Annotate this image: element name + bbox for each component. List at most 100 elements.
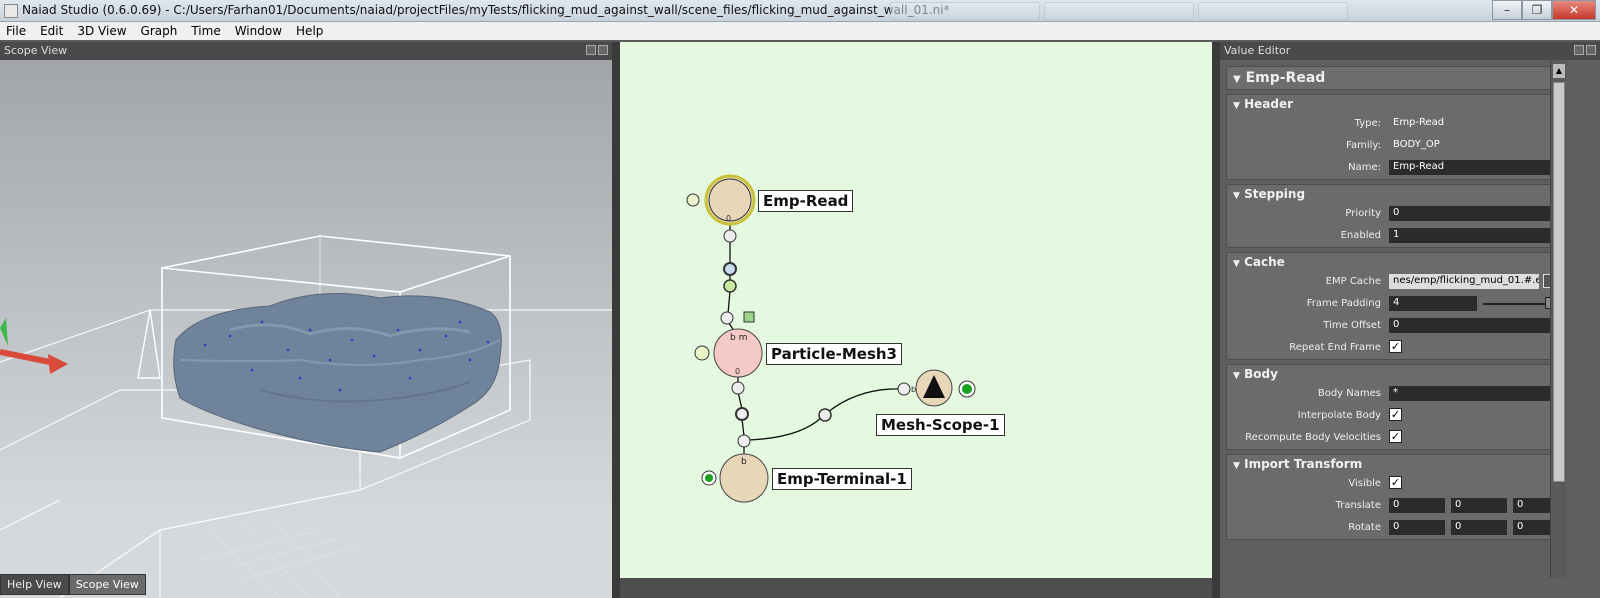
node-label-particle-mesh[interactable]: Particle-Mesh3 <box>766 343 902 365</box>
close-panel-icon[interactable] <box>598 45 608 55</box>
collapse-icon[interactable]: ▼ <box>1233 259 1240 269</box>
visible-label: Visible <box>1348 478 1381 489</box>
title-bar: Naiad Studio (0.6.0.69) - C:/Users/Farha… <box>0 0 1600 22</box>
close-button[interactable]: ✕ <box>1552 0 1596 20</box>
node-name: Emp-Read <box>1245 70 1326 86</box>
section-title[interactable]: ▼ Import Transform <box>1227 455 1565 473</box>
priority-row: Priority 0 <box>1227 203 1566 225</box>
close-panel-icon[interactable] <box>1586 45 1596 55</box>
emp-cache-field[interactable]: nes/emp/flicking_mud_01.#.emp <box>1389 274 1539 289</box>
section-title[interactable]: ▼ Body <box>1227 365 1565 383</box>
rotate-y-field[interactable]: 0 <box>1451 520 1507 535</box>
body-names-row: Body Names * <box>1227 383 1566 405</box>
section-import-transform: ▼ Import Transform Visible ✓ Translate 0… <box>1226 454 1566 540</box>
float-panel-icon[interactable] <box>586 45 596 55</box>
section-title[interactable]: ▼ Cache <box>1227 253 1565 271</box>
rotate-row: Rotate 0 0 0 <box>1227 517 1566 539</box>
translate-x-field[interactable]: 0 <box>1389 498 1445 513</box>
translate-label: Translate <box>1335 500 1381 511</box>
frame-padding-row: Frame Padding 4 <box>1227 293 1566 315</box>
section-cache: ▼ Cache EMP Cache nes/emp/flicking_mud_0… <box>1226 252 1566 360</box>
menu-edit[interactable]: Edit <box>40 24 63 38</box>
repeat-end-frame-label: Repeat End Frame <box>1289 342 1381 353</box>
svg-text:b: b <box>911 385 916 394</box>
dock-buttons <box>586 45 608 55</box>
section-body: ▼ Body Body Names * Interpolate Body ✓ R… <box>1226 364 1566 450</box>
frame-padding-field[interactable]: 4 <box>1389 296 1477 311</box>
node-label-emp-terminal[interactable]: Emp-Terminal-1 <box>772 468 912 490</box>
panel-title: Value Editor <box>1224 44 1291 57</box>
collapse-icon[interactable]: ▼ <box>1233 371 1240 381</box>
rotate-x-field[interactable]: 0 <box>1389 520 1445 535</box>
maximize-button[interactable]: ❐ <box>1522 0 1552 20</box>
type-value: Emp-Read <box>1393 117 1445 128</box>
visible-checkbox[interactable]: ✓ <box>1389 476 1402 489</box>
bottom-tab-bar: Help View Scope View <box>0 574 146 595</box>
node-label-mesh-scope[interactable]: Mesh-Scope-1 <box>876 414 1005 436</box>
scroll-up-icon[interactable]: ▲ <box>1553 64 1565 78</box>
time-offset-row: Time Offset 0 <box>1227 315 1566 337</box>
node-label-emp-read[interactable]: Emp-Read <box>758 190 854 212</box>
recompute-velocities-row: Recompute Body Velocities ✓ <box>1227 427 1565 449</box>
menu-help[interactable]: Help <box>296 24 323 38</box>
translate-row: Translate 0 0 0 <box>1227 495 1566 517</box>
menu-graph[interactable]: Graph <box>141 24 178 38</box>
node-particle-mesh: b m 0 <box>694 311 832 422</box>
scrollbar-thumb[interactable] <box>1553 82 1565 482</box>
node-emp-read: 0 <box>686 174 756 293</box>
node-graph-panel[interactable]: 0 b m 0 b b Emp-Read Particle-Mesh3 Mesh… <box>620 42 1212 578</box>
minimize-button[interactable]: – <box>1492 0 1522 20</box>
recompute-velocities-checkbox[interactable]: ✓ <box>1389 430 1402 443</box>
type-label: Type: <box>1354 118 1381 129</box>
enabled-label: Enabled <box>1340 230 1381 241</box>
tab-scope-view[interactable]: Scope View <box>68 574 146 595</box>
repeat-end-frame-checkbox[interactable]: ✓ <box>1389 340 1402 353</box>
family-value: BODY_OP <box>1393 139 1440 150</box>
float-panel-icon[interactable] <box>1574 45 1584 55</box>
priority-field[interactable]: 0 <box>1389 206 1566 221</box>
ghost-tab <box>1044 2 1194 20</box>
panel-title: Scope View <box>4 44 68 57</box>
value-editor-scrollbar[interactable]: ▲ <box>1550 60 1566 578</box>
collapse-icon[interactable]: ▼ <box>1233 74 1241 85</box>
tab-help-view[interactable]: Help View <box>0 574 69 595</box>
interpolate-body-checkbox[interactable]: ✓ <box>1389 408 1402 421</box>
menu-file[interactable]: File <box>6 24 26 38</box>
panel-splitter[interactable] <box>1212 42 1220 598</box>
menu-bar: File Edit 3D View Graph Time Window Help <box>0 22 1600 40</box>
menu-time[interactable]: Time <box>191 24 220 38</box>
collapse-icon[interactable]: ▼ <box>1233 191 1240 201</box>
3d-viewport[interactable]: Help View Scope View <box>0 60 612 598</box>
body-names-field[interactable]: * <box>1389 386 1566 401</box>
enabled-field[interactable]: 1 <box>1389 228 1566 243</box>
scope-view-panel: Scope View Help View Scope View <box>0 42 612 598</box>
body-names-label: Body Names <box>1317 388 1381 399</box>
node-title: ▼ Emp-Read <box>1226 66 1566 90</box>
section-stepping: ▼ Stepping Priority 0 Enabled 1 <box>1226 184 1566 248</box>
svg-text:b m: b m <box>730 333 747 343</box>
collapse-icon[interactable]: ▼ <box>1233 461 1240 471</box>
section-title[interactable]: ▼ Stepping <box>1227 185 1565 203</box>
svg-text:0: 0 <box>735 367 740 376</box>
app-icon <box>4 4 18 18</box>
section-title[interactable]: ▼ Header <box>1227 95 1565 113</box>
menu-3d-view[interactable]: 3D View <box>77 24 126 38</box>
repeat-end-frame-row: Repeat End Frame ✓ <box>1227 337 1565 359</box>
interpolate-body-label: Interpolate Body <box>1297 410 1381 421</box>
panel-splitter[interactable] <box>612 42 620 598</box>
translate-y-field[interactable]: 0 <box>1451 498 1507 513</box>
value-editor-body: ▼ Emp-Read ▼ Header Type: Emp-Read Famil… <box>1226 66 1566 598</box>
rotate-label: Rotate <box>1348 522 1381 533</box>
menu-window[interactable]: Window <box>235 24 282 38</box>
graph-footer <box>620 578 1212 598</box>
value-editor-panel: Value Editor ▼ Emp-Read ▼ Header Type: E… <box>1220 42 1600 598</box>
emp-cache-label: EMP Cache <box>1325 276 1381 287</box>
value-editor-header: Value Editor <box>1220 42 1600 60</box>
section-header: ▼ Header Type: Emp-Read Family: BODY_OP … <box>1226 94 1566 180</box>
collapse-icon[interactable]: ▼ <box>1233 101 1240 111</box>
family-row: Family: BODY_OP <box>1227 135 1565 157</box>
axis-gizmo <box>0 318 68 374</box>
name-field[interactable]: Emp-Read <box>1389 160 1566 175</box>
time-offset-field[interactable]: 0 <box>1389 318 1566 333</box>
recompute-velocities-label: Recompute Body Velocities <box>1245 432 1381 443</box>
